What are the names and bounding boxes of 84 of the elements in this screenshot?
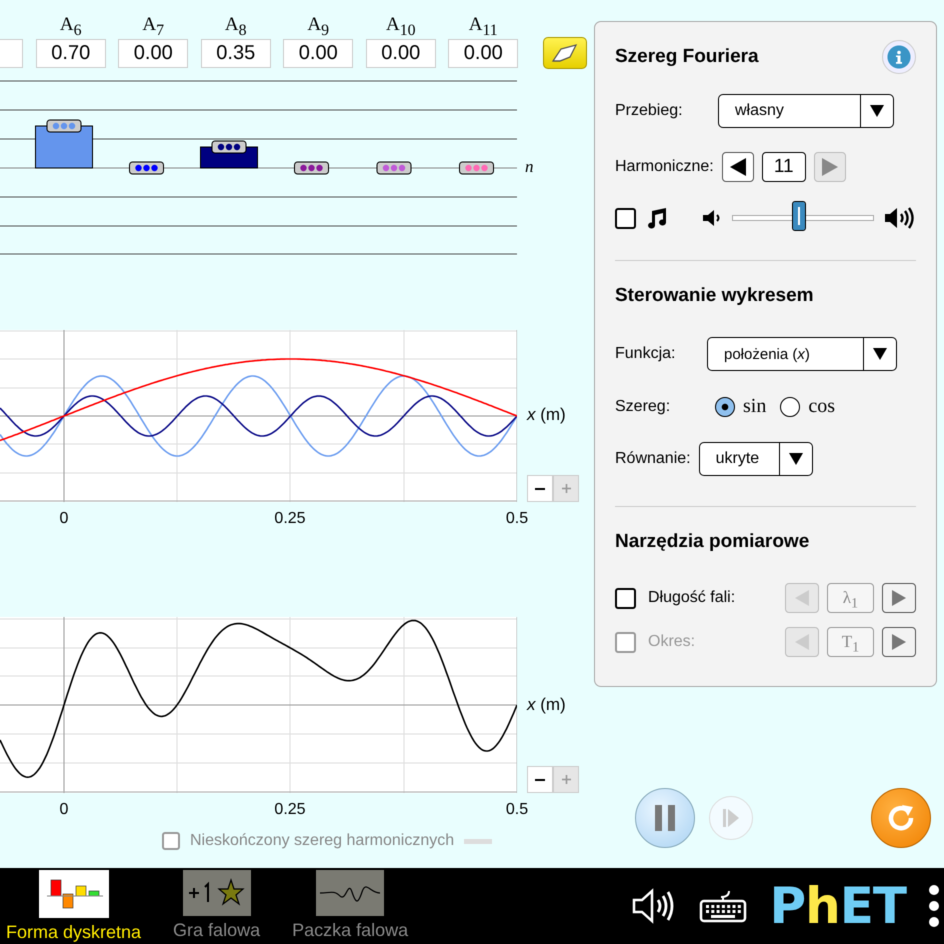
reset-icon: [886, 803, 916, 833]
amplitude-handle[interactable]: [212, 140, 246, 154]
volume-high-icon: [884, 206, 916, 230]
amplitude-label: A$_{11}$: [468, 13, 498, 39]
amplitude-field[interactable]: 0.00: [118, 39, 188, 68]
equation-dropdown[interactable]: ukryte: [698, 442, 813, 476]
axis-label: x (m): [527, 695, 567, 715]
bar-chart-icon: [38, 870, 109, 918]
equation-label: Równanie:: [615, 450, 691, 468]
left-arrow-icon: [794, 590, 809, 606]
menu-icon[interactable]: [928, 884, 940, 928]
infinite-series-label: Nieskończony szereg harmonicznych: [190, 832, 454, 850]
tool-symbol: λ$_{1}$: [826, 583, 874, 613]
series-label: Szereg:: [615, 398, 672, 416]
eraser-icon: [550, 44, 578, 62]
minus-icon: [535, 488, 545, 490]
plus-icon: [562, 484, 570, 493]
waveform-dropdown[interactable]: własny: [718, 94, 894, 128]
zoom-out-button[interactable]: [527, 766, 553, 793]
tick-label: 0.5: [506, 801, 528, 819]
harmonics-value: 11: [762, 152, 806, 182]
tick-label: 0.25: [274, 801, 306, 819]
screen-tab[interactable]: Paczka falowa: [292, 870, 408, 942]
sound-checkbox[interactable]: [615, 208, 636, 228]
amplitude-label: A$_{6}$: [60, 13, 82, 39]
amplitude-bar: [35, 126, 93, 168]
decrement-button[interactable]: [722, 152, 754, 182]
section-title: Sterowanie wykresem: [615, 285, 814, 307]
amplitude-handle[interactable]: [376, 162, 412, 174]
caret-icon: [788, 453, 803, 465]
right-arrow-icon: [892, 590, 906, 606]
minus-icon: [535, 778, 545, 780]
tick-label: 0.25: [274, 510, 306, 528]
tick-label: 0.5: [506, 510, 528, 528]
logo[interactable]: PhET: [769, 881, 906, 931]
volume-slider-thumb[interactable]: [792, 201, 806, 231]
radio-button[interactable]: cos: [780, 395, 836, 418]
amplitude-label: A$_{8}$: [224, 13, 247, 39]
amplitude-label: A$_{7}$: [142, 13, 164, 39]
zoom-out-button[interactable]: [527, 475, 553, 502]
line-swatch: [464, 838, 492, 844]
amplitude-label: A$_{10}$: [386, 13, 416, 39]
function-label: Funkcja:: [615, 345, 676, 363]
caret-icon: [873, 348, 887, 360]
right-arrow-icon: [892, 634, 906, 650]
info-button[interactable]: [882, 40, 916, 74]
pause-icon: [655, 805, 675, 831]
radio-button[interactable]: sin: [715, 395, 766, 418]
section-title: Szereg Fouriera: [615, 46, 759, 68]
amplitude-field[interactable]: 0.00: [283, 39, 354, 68]
plus-icon: [562, 775, 570, 784]
amplitude-handle[interactable]: [129, 162, 164, 174]
waveform-label: Przebieg:: [615, 102, 684, 120]
amplitude-handle[interactable]: [46, 120, 82, 132]
step-forward-icon: [723, 809, 739, 827]
left-arrow-icon: [794, 634, 809, 650]
section-title: Narzędzia pomiarowe: [615, 531, 810, 553]
tool-label: Okres:: [648, 633, 696, 651]
axis-label: n: [525, 157, 534, 177]
volume-low-icon: [702, 208, 722, 228]
caret-icon: [870, 105, 884, 117]
screen-tab[interactable]: Gra falowa: [173, 870, 260, 942]
amplitude-field[interactable]: 0.35: [200, 39, 271, 68]
tool-label: Długość fali:: [648, 589, 736, 607]
keyboard-icon[interactable]: [699, 889, 748, 923]
axis-label: x (m): [527, 405, 567, 425]
amplitude-handle[interactable]: [294, 162, 329, 174]
function-dropdown[interactable]: położenia (x): [707, 337, 897, 371]
amplitude-field[interactable]: 0.00: [366, 39, 436, 68]
tool-symbol: T$_{1}$: [826, 627, 874, 657]
next-button[interactable]: [882, 583, 916, 613]
amplitude-field[interactable]: 0.70: [36, 39, 106, 68]
tick-label: 0: [60, 801, 68, 819]
left-arrow-icon: [730, 158, 746, 176]
amplitude-label: A$_{9}$: [307, 13, 330, 39]
screen-tab[interactable]: Forma dyskretna: [6, 870, 142, 942]
music-note-icon: [646, 207, 668, 229]
amplitude-handle[interactable]: [459, 162, 494, 174]
amplitude-field[interactable]: 0.00: [448, 39, 518, 68]
harmonics-label: Harmoniczne:: [615, 158, 714, 176]
tool-checkbox[interactable]: [615, 588, 636, 608]
right-arrow-icon: [822, 158, 838, 176]
eraser-button[interactable]: [542, 37, 586, 69]
tick-label: 0: [60, 510, 68, 528]
